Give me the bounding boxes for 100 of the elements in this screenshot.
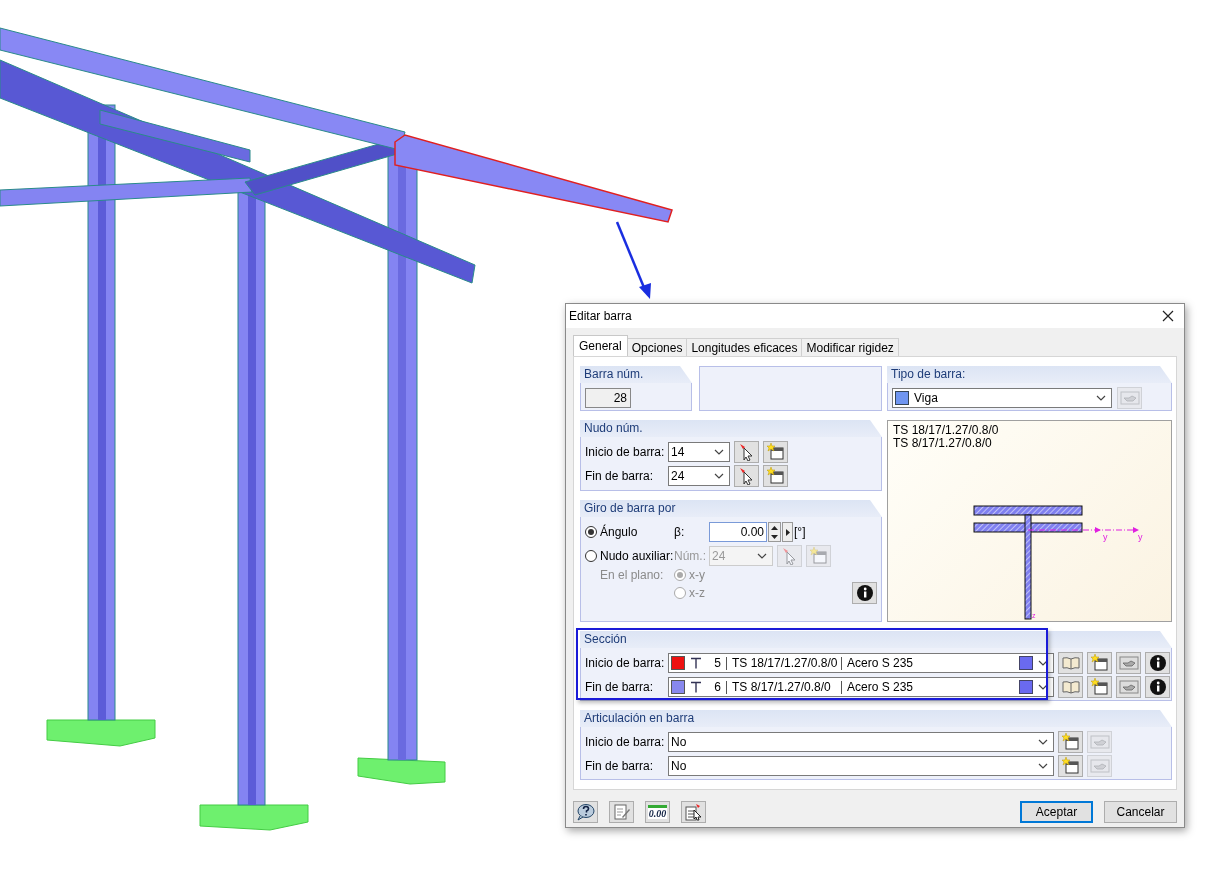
edit-note-icon — [612, 803, 631, 821]
radio-button[interactable] — [674, 587, 686, 599]
info-button[interactable] — [852, 582, 877, 604]
field-label: Fin de barra: — [585, 680, 655, 694]
group-title: Giro de barra por — [580, 500, 882, 517]
node-combo[interactable]: 14 — [668, 442, 730, 462]
section-number: 5 — [713, 656, 721, 670]
new-section-button[interactable] — [1087, 652, 1112, 674]
new-window-icon — [1061, 733, 1080, 751]
caret-icon — [1096, 395, 1106, 401]
field-label: Inicio de barra: — [585, 656, 664, 670]
handshake-icon — [1118, 656, 1139, 670]
tab[interactable]: Opciones — [626, 338, 688, 356]
select-button[interactable] — [681, 801, 706, 823]
caret-icon — [1038, 684, 1048, 690]
new-window-icon — [1090, 654, 1109, 672]
material-swatch — [1019, 656, 1033, 670]
unit-label: [°] — [794, 525, 806, 539]
list-cursor-icon — [684, 803, 703, 821]
caret-icon — [714, 473, 724, 479]
caret-icon — [1038, 739, 1048, 745]
node-number-label: Núm.: — [674, 549, 706, 563]
angle-field[interactable]: 0.00 — [709, 522, 767, 542]
help-icon — [575, 803, 596, 821]
handshake-icon — [1089, 759, 1110, 773]
new-hinge-button[interactable] — [1058, 731, 1083, 753]
up-arrow-icon — [771, 525, 778, 530]
tab[interactable]: Modificar rigidez — [801, 338, 899, 356]
caret-icon — [1038, 763, 1048, 769]
spin-buttons[interactable] — [768, 522, 781, 542]
radio-button[interactable] — [585, 550, 597, 562]
arrow-button[interactable] — [782, 522, 793, 542]
new-window-icon — [1061, 757, 1080, 775]
caret-icon — [757, 553, 767, 559]
axis-label: y — [1138, 532, 1143, 542]
new-hinge-button[interactable] — [1058, 755, 1083, 777]
dialog-button[interactable]: Cancelar — [1104, 801, 1177, 823]
pick-node-button[interactable] — [734, 441, 759, 463]
radio-label: Ángulo — [600, 525, 638, 539]
new-section-button[interactable] — [1087, 676, 1112, 698]
radio-label: Nudo auxiliar: — [600, 549, 674, 563]
section-name-text: TS 8/17/1.27/0.8/0 — [893, 437, 992, 450]
group-title: Barra núm. — [580, 366, 692, 383]
cursor-icon — [738, 467, 755, 485]
radio-label: x-y — [689, 568, 705, 582]
info-icon — [1148, 678, 1167, 696]
units-button[interactable]: 0.00 — [645, 801, 670, 823]
node-combo[interactable]: 24 — [668, 466, 730, 486]
group-title: Nudo núm. — [580, 420, 882, 437]
field-label: Fin de barra: — [585, 469, 655, 483]
material-name: Acero S 235 — [847, 656, 915, 670]
field-label: Inicio de barra: — [585, 445, 664, 459]
hinge-combo[interactable]: No — [668, 732, 1054, 752]
book-icon — [1060, 656, 1081, 670]
cursor-icon — [738, 443, 755, 461]
info-icon — [855, 584, 874, 602]
group-title: Tipo de barra: — [887, 366, 1172, 383]
material-swatch — [1019, 680, 1033, 694]
pick-node-button[interactable] — [734, 465, 759, 487]
section-name: TS 18/17/1.27/0.8/0 — [732, 656, 836, 670]
section-combo[interactable]: 5 TS 18/17/1.27/0.8/0 Acero S 235 — [668, 653, 1054, 673]
section-name: TS 8/17/1.27/0.8/0 — [732, 680, 832, 694]
caret-icon — [1038, 660, 1048, 666]
book-icon — [1060, 680, 1081, 694]
caret-icon — [714, 449, 724, 455]
info-button[interactable] — [1145, 676, 1170, 698]
member-number-field[interactable]: 28 — [585, 388, 631, 408]
member-type-combo[interactable]: Viga — [892, 388, 1112, 408]
radio-button[interactable] — [585, 526, 597, 538]
section-combo[interactable]: 6 TS 8/17/1.27/0.8/0 Acero S 235 — [668, 677, 1054, 697]
cursor-icon — [781, 547, 798, 565]
info-button[interactable] — [1145, 652, 1170, 674]
edit-button[interactable] — [609, 801, 634, 823]
new-window-icon — [766, 467, 785, 485]
field-label: Fin de barra: — [585, 759, 655, 773]
color-swatch — [895, 391, 909, 405]
handshake-icon — [1119, 391, 1140, 405]
new-node-button[interactable] — [763, 441, 788, 463]
field-label: Inicio de barra: — [585, 735, 664, 749]
t-section-icon — [690, 681, 702, 693]
section-name-text: TS 18/17/1.27/0.8/0 — [893, 424, 999, 437]
dialog-button[interactable]: Aceptar — [1020, 801, 1093, 823]
new-window-icon — [1090, 678, 1109, 696]
help-button[interactable] — [573, 801, 598, 823]
info-icon — [1148, 654, 1167, 672]
new-node-button[interactable] — [763, 465, 788, 487]
down-arrow-icon — [771, 534, 778, 539]
plane-label: En el plano: — [599, 568, 664, 582]
radio-label: x-z — [689, 586, 705, 600]
beta-label: β: — [674, 525, 685, 539]
tab[interactable]: General — [573, 335, 628, 356]
right-arrow-icon — [785, 528, 790, 536]
axis-label: y — [1103, 532, 1108, 542]
group-title: Articulación en barra — [580, 710, 1172, 727]
material-name: Acero S 235 — [847, 680, 915, 694]
close-icon — [1162, 310, 1174, 322]
tab[interactable]: Longitudes eficaces — [686, 338, 803, 356]
handshake-icon — [1089, 735, 1110, 749]
hinge-combo[interactable]: No — [668, 756, 1054, 776]
radio-button[interactable] — [674, 569, 686, 581]
